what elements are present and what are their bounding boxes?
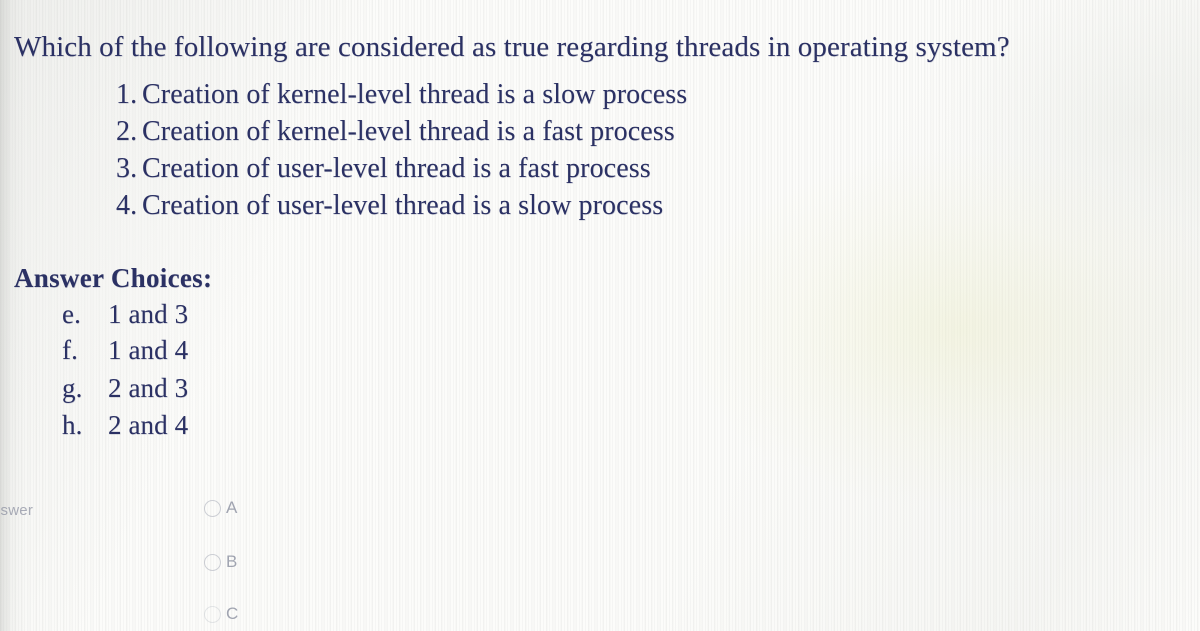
choice-letter: e. [62,299,81,329]
question-statement-1: 1. Creation of kernel-level thread is a s… [116,78,687,112]
choice-text: 2 and 4 [108,410,189,440]
statement-number: 1. [116,79,138,110]
statement-number: 4. [116,190,138,221]
statement-text: Creation of kernel-level thread is a fas… [142,116,675,147]
question-statement-2: 2. Creation of kernel-level thread is a f… [116,115,675,149]
question-statement-4: 4. Creation of user-level thread is a slo… [116,189,663,223]
answer-choices-heading: Answer Choices: [14,263,213,293]
answer-choice-f: f. 1 and 4 [62,334,188,367]
choice-letter: g. [62,373,83,403]
question-prompt: Which of the following are considered as… [14,31,1010,63]
choice-text: 2 and 3 [108,373,189,403]
question-statement-3: 3. Creation of user-level thread is a fas… [116,152,651,186]
answer-choice-g: g. 2 and 3 [62,372,188,405]
choice-text: 1 and 4 [108,335,189,365]
statement-text: Creation of user-level thread is a slow … [142,190,664,221]
question-content: Which of the following are considered as… [0,0,1200,631]
answer-choice-h: h. 2 and 4 [62,409,188,442]
statement-text: Creation of user-level thread is a fast … [142,153,651,184]
statement-number: 3. [116,153,138,184]
choice-letter: f. [62,335,78,365]
answer-choice-e: e. 1 and 3 [62,298,188,331]
choice-text: 1 and 3 [108,299,189,329]
choice-letter: h. [62,410,83,440]
statement-text: Creation of kernel-level thread is a slo… [142,79,688,110]
paper-sheet: Which of the following are considered as… [0,0,1200,631]
statement-number: 2. [116,116,138,147]
